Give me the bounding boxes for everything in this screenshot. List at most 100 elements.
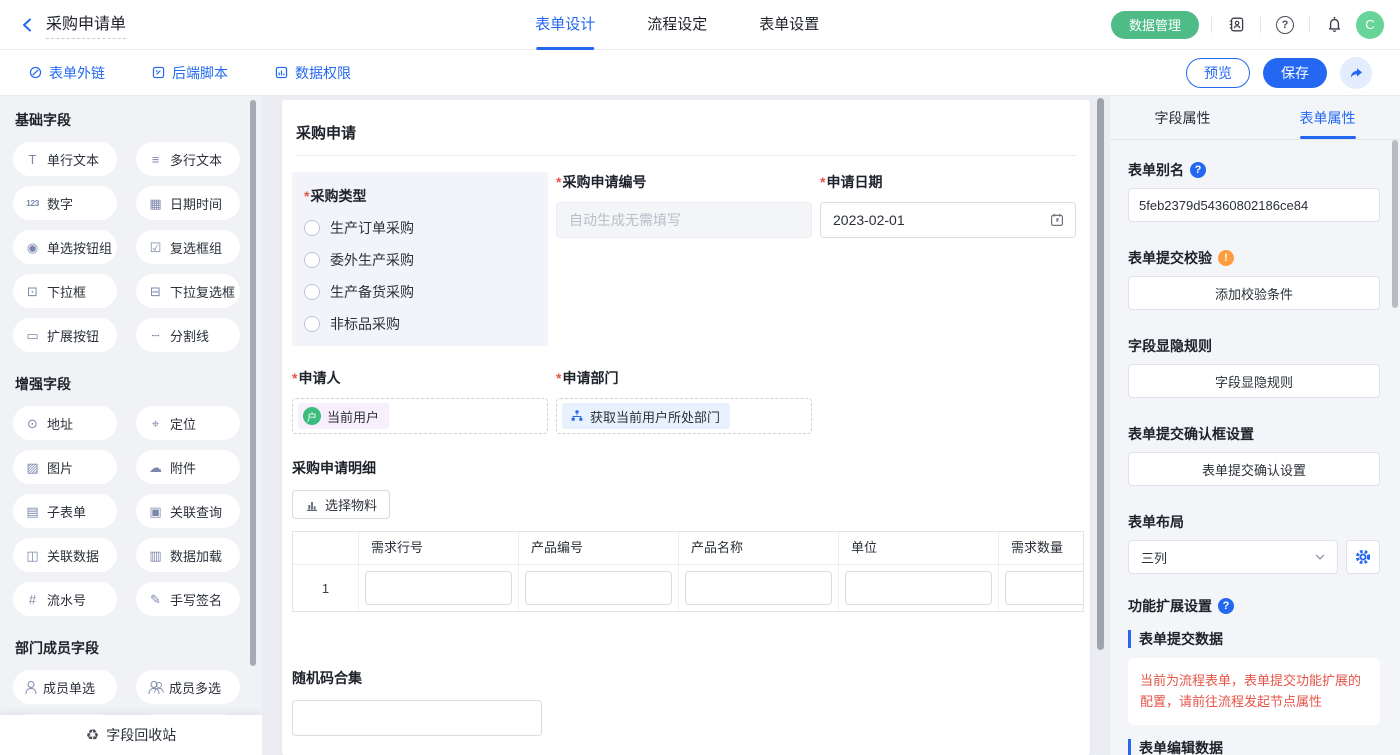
- data-load-icon: ▥: [147, 549, 164, 562]
- help-badge-icon[interactable]: [1190, 162, 1206, 178]
- radio-option[interactable]: 生产订单采购: [304, 218, 536, 238]
- tab-field-properties[interactable]: 字段属性: [1110, 96, 1255, 139]
- tab-form-properties[interactable]: 表单属性: [1255, 96, 1400, 139]
- tab-form-settings[interactable]: 表单设置: [759, 0, 819, 50]
- preview-button[interactable]: 预览: [1186, 58, 1250, 88]
- current-user-chip[interactable]: 户 当前用户: [298, 403, 389, 429]
- help-icon[interactable]: [1273, 13, 1297, 37]
- tab-form-design[interactable]: 表单设计: [535, 0, 595, 50]
- cell-input-product-name[interactable]: [685, 571, 832, 605]
- field-purchase-detail[interactable]: 采购申请明细 选择物料 需求行号 产品编号 产品名称 单位 需求数量: [292, 458, 1080, 612]
- field-item-radio-group[interactable]: ◉单选按钮组: [13, 230, 117, 264]
- cell-input-unit[interactable]: [845, 571, 992, 605]
- applicant-value-box[interactable]: 户 当前用户: [292, 398, 548, 434]
- sidebar-scrollbar[interactable]: [250, 100, 256, 666]
- random-code-input[interactable]: [292, 700, 542, 736]
- field-item-image[interactable]: ▨图片: [13, 450, 117, 484]
- enhanced-fields-grid: ⊙地址 ⌖定位 ▨图片 ☁附件 ▤子表单 ▣关联查询 ◫关联数据 ▥数据加载 #…: [13, 406, 248, 616]
- field-label: 申请人: [292, 368, 548, 388]
- field-item-extend-button[interactable]: ▭扩展按钮: [13, 318, 117, 352]
- form-canvas: 采购申请 采购类型 生产订单采购 委外生产采购 生产备货采购 非标品采购: [262, 96, 1110, 755]
- dept-value-box[interactable]: 获取当前用户所处部门: [556, 398, 812, 434]
- random-code-label: 随机码合集: [292, 668, 1080, 688]
- field-apply-date[interactable]: 申请日期 2023-02-01: [820, 172, 1076, 346]
- save-button[interactable]: 保存: [1263, 58, 1327, 88]
- column-header: 需求数量: [999, 532, 1084, 564]
- field-item-geolocation[interactable]: ⌖定位: [136, 406, 240, 440]
- field-visibility-label: 字段显隐规则: [1128, 336, 1380, 356]
- page-title[interactable]: 采购申请单: [46, 10, 126, 39]
- back-button[interactable]: [18, 15, 38, 35]
- column-header: 产品编号: [519, 532, 679, 564]
- radio-icon[interactable]: [304, 284, 320, 300]
- help-badge-icon[interactable]: [1218, 598, 1234, 614]
- backend-script-link[interactable]: 后端脚本: [151, 63, 228, 83]
- radio-icon[interactable]: [304, 252, 320, 268]
- chevron-left-icon: [19, 16, 37, 34]
- bar-chart-icon: [305, 498, 319, 512]
- canvas-scrollbar[interactable]: [1097, 98, 1104, 650]
- current-dept-chip[interactable]: 获取当前用户所处部门: [562, 403, 730, 429]
- cell-input-line-no[interactable]: [365, 571, 512, 605]
- field-applicant[interactable]: 申请人 户 当前用户: [292, 368, 548, 434]
- field-item-number[interactable]: 123数字: [13, 186, 117, 220]
- column-header: 产品名称: [679, 532, 839, 564]
- radio-option[interactable]: 委外生产采购: [304, 250, 536, 270]
- column-header: 需求行号: [359, 532, 519, 564]
- layout-settings-button[interactable]: [1346, 540, 1380, 574]
- radio-icon[interactable]: [304, 220, 320, 236]
- calendar-icon: ▦: [147, 197, 164, 210]
- field-item-divider[interactable]: ┄分割线: [136, 318, 240, 352]
- select-material-button[interactable]: 选择物料: [292, 490, 390, 519]
- add-validation-button[interactable]: 添加校验条件: [1128, 276, 1380, 310]
- data-manage-button[interactable]: 数据管理: [1111, 11, 1199, 39]
- section-title-member-fields: 部门成员字段: [15, 638, 248, 658]
- tab-flow-settings[interactable]: 流程设定: [647, 0, 707, 50]
- field-item-datetime[interactable]: ▦日期时间: [136, 186, 240, 220]
- radio-icon[interactable]: [304, 316, 320, 332]
- field-item-linked-data[interactable]: ◫关联数据: [13, 538, 117, 572]
- field-apply-dept[interactable]: 申请部门 获取当前用户所处部门: [556, 368, 812, 434]
- field-visibility-button[interactable]: 字段显隐规则: [1128, 364, 1380, 398]
- field-item-linked-query[interactable]: ▣关联查询: [136, 494, 240, 528]
- field-item-signature[interactable]: ✎手写签名: [136, 582, 240, 616]
- properties-scrollbar[interactable]: [1392, 140, 1398, 308]
- radio-option[interactable]: 非标品采购: [304, 314, 536, 334]
- field-item-member-single[interactable]: 成员单选: [13, 670, 117, 704]
- field-item-data-load[interactable]: ▥数据加载: [136, 538, 240, 572]
- field-random-code[interactable]: 随机码合集: [292, 668, 1080, 736]
- subform-icon: ▤: [24, 505, 41, 518]
- radio-option[interactable]: 生产备货采购: [304, 282, 536, 302]
- field-purchase-type[interactable]: 采购类型 生产订单采购 委外生产采购 生产备货采购 非标品采购: [292, 172, 548, 346]
- field-item-multi-dropdown[interactable]: ⊟下拉复选框: [136, 274, 240, 308]
- field-item-attachment[interactable]: ☁附件: [136, 450, 240, 484]
- field-recycle-bin[interactable]: ♻ 字段回收站: [0, 715, 262, 755]
- user-avatar[interactable]: C: [1356, 11, 1384, 39]
- field-item-single-text[interactable]: T单行文本: [13, 142, 117, 176]
- recycle-icon: ♻: [86, 726, 99, 744]
- target-icon: ⌖: [147, 417, 164, 430]
- field-item-checkbox-group[interactable]: ☑复选框组: [136, 230, 240, 264]
- cell-input-quantity[interactable]: [1005, 571, 1084, 605]
- form-external-link[interactable]: 表单外链: [28, 63, 105, 83]
- field-item-member-multi[interactable]: 成员多选: [136, 670, 240, 704]
- detail-label: 采购申请明细: [292, 458, 1080, 478]
- contact-book-icon[interactable]: [1224, 13, 1248, 37]
- field-item-address[interactable]: ⊙地址: [13, 406, 117, 440]
- data-permission-link[interactable]: 数据权限: [274, 63, 351, 83]
- divider: [1211, 17, 1212, 33]
- number-icon: 123: [24, 199, 41, 208]
- cell-input-product-code[interactable]: [525, 571, 672, 605]
- form-alias-input[interactable]: [1128, 188, 1380, 222]
- submit-confirm-button[interactable]: 表单提交确认设置: [1128, 452, 1380, 486]
- field-item-serial-number[interactable]: #流水号: [13, 582, 117, 616]
- date-input[interactable]: 2023-02-01: [820, 202, 1076, 238]
- layout-select[interactable]: 三列: [1128, 540, 1338, 574]
- submit-data-label: 表单提交数据: [1128, 630, 1380, 648]
- share-button[interactable]: [1340, 57, 1372, 89]
- field-item-subform[interactable]: ▤子表单: [13, 494, 117, 528]
- notification-bell-icon[interactable]: [1322, 13, 1346, 37]
- field-purchase-no[interactable]: 采购申请编号: [556, 172, 812, 346]
- field-item-multi-text[interactable]: ≡多行文本: [136, 142, 240, 176]
- field-item-dropdown[interactable]: ⊡下拉框: [13, 274, 117, 308]
